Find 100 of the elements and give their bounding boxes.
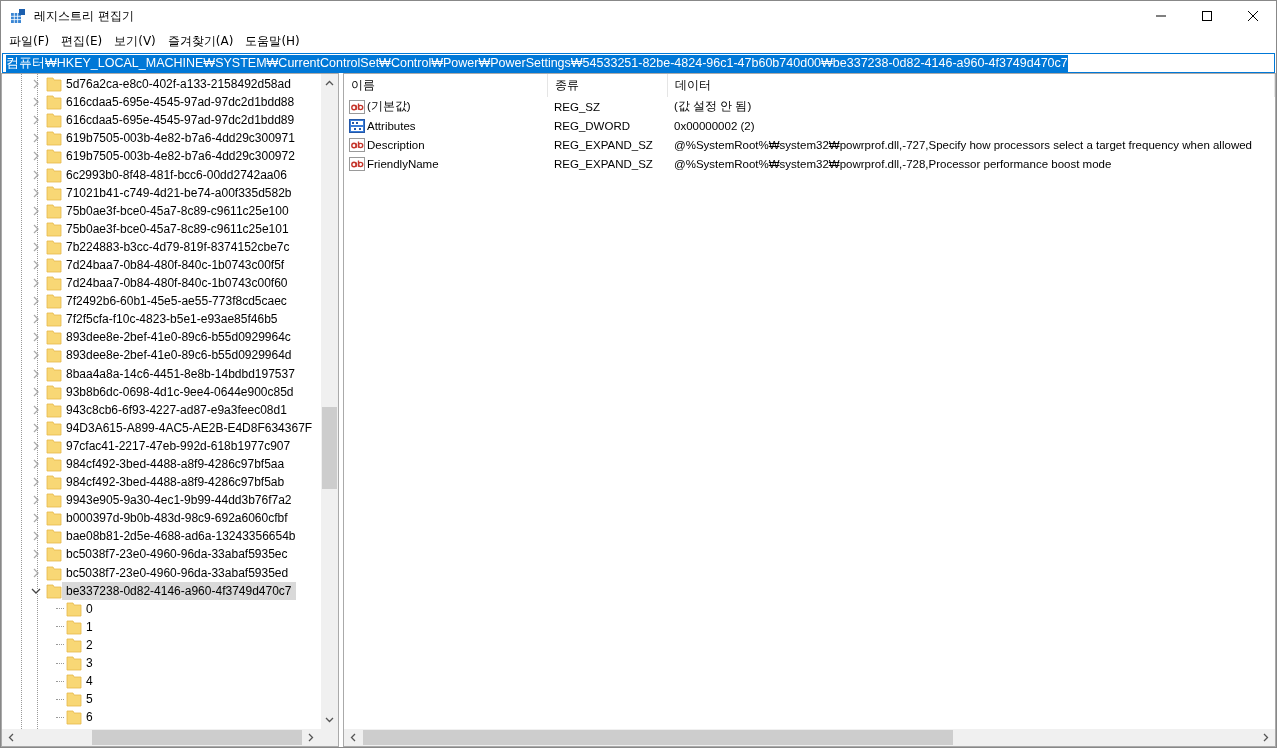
folder-icon bbox=[46, 474, 62, 491]
string-value-icon bbox=[349, 98, 365, 115]
string-value-icon bbox=[349, 155, 365, 172]
menu-item[interactable]: 도움말(H) bbox=[239, 32, 306, 50]
folder-icon bbox=[46, 437, 62, 454]
folder-icon bbox=[46, 184, 62, 201]
folder-icon bbox=[66, 691, 82, 708]
value-name[interactable]: Description bbox=[367, 138, 425, 151]
tree-item[interactable]: bc5038f7-23e0-4960-96da-33abaf5935ed bbox=[62, 563, 293, 582]
folder-icon bbox=[46, 528, 62, 545]
scrollbar-thumb[interactable] bbox=[363, 730, 953, 745]
tree-item[interactable]: 7d24baa7-0b84-480f-840c-1b0743c00f5f bbox=[62, 256, 289, 274]
value-data: @%SystemRoot%₩system32₩powrprof.dll,-728,Processor performance boost mode bbox=[673, 157, 1113, 170]
folder-icon bbox=[46, 419, 62, 436]
folder-icon bbox=[46, 130, 62, 147]
horizontal-scrollbar[interactable] bbox=[344, 729, 1275, 746]
column-header[interactable]: 데이터 bbox=[668, 74, 1275, 97]
tree-item[interactable]: 619b7505-003b-4e82-b7a6-4dd29c300971 bbox=[62, 129, 299, 148]
tree-item[interactable]: 6 bbox=[82, 708, 97, 727]
tree-item[interactable]: 97cfac41-2217-47eb-992d-618b1977c907 bbox=[62, 436, 295, 455]
tree-item[interactable]: 1 bbox=[82, 617, 97, 636]
tree-item[interactable]: 2 bbox=[82, 635, 97, 654]
folder-icon bbox=[46, 238, 62, 255]
tree-item[interactable]: 7d24baa7-0b84-480f-840c-1b0743c00f60 bbox=[62, 274, 292, 293]
folder-icon bbox=[46, 112, 62, 129]
tree-item[interactable]: 6c2993b0-8f48-481f-bcc6-00dd2742aa06 bbox=[62, 165, 291, 184]
folder-icon bbox=[46, 456, 62, 472]
vertical-scrollbar[interactable] bbox=[321, 74, 338, 729]
folder-icon bbox=[46, 202, 62, 219]
menu-item[interactable]: 보기(V) bbox=[108, 32, 162, 50]
value-type: REG_EXPAND_SZ bbox=[553, 157, 654, 170]
column-header[interactable]: 이름 bbox=[344, 74, 548, 97]
tree-item[interactable]: 93b8b6dc-0698-4d1c-9ee4-0644e900c85d bbox=[62, 382, 298, 401]
close-icon[interactable] bbox=[1248, 11, 1258, 21]
folder-icon bbox=[46, 293, 62, 310]
folder-icon bbox=[66, 618, 82, 635]
folder-icon bbox=[66, 600, 82, 617]
tree-item[interactable]: be337238-0d82-4146-a960-4f3749d470c7 bbox=[62, 581, 296, 600]
value-data: @%SystemRoot%₩system32₩powrprof.dll,-727,Specify how processors select a target frequency when allowed bbox=[673, 138, 1253, 151]
value-type: REG_EXPAND_SZ bbox=[553, 138, 654, 151]
address-field[interactable]: 컴퓨터₩HKEY_LOCAL_MACHINE₩SYSTEM₩CurrentControlSet₩Control₩Power₩PowerSettings₩54533251-82be-4824-96c1-47b60b740d00₩be337238-0d82-4146-a960-4f3749d470c7 bbox=[2, 53, 1275, 73]
tree-item[interactable]: 75b0ae3f-bce0-45a7-8c89-c9611c25e101 bbox=[62, 219, 293, 238]
tree-item[interactable]: 0 bbox=[82, 599, 97, 618]
tree-item[interactable]: 943c8cb6-6f93-4227-ad87-e9a3feec08d1 bbox=[62, 400, 291, 419]
value-data: 0x00000002 (2) bbox=[673, 119, 756, 132]
tree-item[interactable]: 5 bbox=[82, 690, 97, 709]
value-type: REG_DWORD bbox=[553, 119, 632, 132]
window-title: 레지스트리 편집기 bbox=[34, 7, 135, 25]
value-name[interactable]: (기본값) bbox=[367, 99, 411, 114]
folder-icon bbox=[46, 166, 62, 183]
binary-value-icon bbox=[349, 117, 365, 134]
tree-item[interactable]: 4 bbox=[82, 672, 97, 691]
folder-icon bbox=[46, 329, 62, 346]
tree-item[interactable]: 616cdaa5-695e-4545-97ad-97dc2d1bdd89 bbox=[62, 111, 299, 130]
folder-icon bbox=[46, 510, 62, 527]
tree-item[interactable]: 984cf492-3bed-4488-a8f9-4286c97bf5ab bbox=[62, 473, 289, 492]
folder-icon bbox=[46, 311, 62, 328]
folder-icon bbox=[46, 492, 62, 509]
folder-icon bbox=[66, 673, 82, 690]
folder-icon bbox=[46, 383, 62, 400]
value-name[interactable]: FriendlyName bbox=[367, 157, 439, 170]
folder-icon bbox=[46, 220, 62, 237]
folder-icon bbox=[46, 564, 62, 581]
value-name[interactable]: Attributes bbox=[367, 119, 416, 132]
tree-item[interactable]: 619b7505-003b-4e82-b7a6-4dd29c300972 bbox=[62, 147, 299, 166]
tree-item[interactable]: bae08b81-2d5e-4688-ad6a-13243356654b bbox=[62, 527, 300, 546]
scrollbar-thumb[interactable] bbox=[92, 730, 302, 745]
folder-icon bbox=[46, 275, 62, 292]
folder-icon bbox=[66, 636, 82, 653]
horizontal-scrollbar[interactable] bbox=[2, 729, 338, 746]
tree-item[interactable]: 75b0ae3f-bce0-45a7-8c89-c9611c25e100 bbox=[62, 201, 293, 220]
tree-item[interactable]: 893dee8e-2bef-41e0-89c6-b55d0929964c bbox=[62, 328, 295, 347]
value-type: REG_SZ bbox=[553, 100, 601, 113]
folder-icon bbox=[66, 709, 82, 726]
menu-item[interactable]: 편집(E) bbox=[55, 32, 109, 50]
tree-item[interactable]: 7b224883-b3cc-4d79-819f-8374152cbe7c bbox=[62, 237, 294, 256]
registry-grid-icon bbox=[10, 8, 26, 24]
tree-item[interactable]: b000397d-9b0b-483d-98c9-692a6060cfbf bbox=[62, 509, 292, 528]
string-value-icon bbox=[349, 136, 365, 153]
tree-item[interactable]: 5d76a2ca-e8c0-402f-a133-2158492d58ad bbox=[62, 75, 295, 94]
tree-item[interactable]: 7f2492b6-60b1-45e5-ae55-773f8cd5caec bbox=[62, 292, 291, 311]
menu-item[interactable]: 파일(F) bbox=[3, 32, 56, 50]
tree-item[interactable]: 94D3A615-A899-4AC5-AE2B-E4D8F634367F bbox=[62, 418, 317, 437]
tree-item[interactable]: 893dee8e-2bef-41e0-89c6-b55d0929964d bbox=[62, 346, 296, 365]
folder-icon bbox=[46, 365, 62, 382]
tree-item[interactable]: 7f2f5cfa-f10c-4823-b5e1-e93ae85f46b5 bbox=[62, 310, 282, 329]
tree-item[interactable]: 8baa4a8a-14c6-4451-8e8b-14bdbd197537 bbox=[62, 364, 299, 383]
folder-icon bbox=[46, 347, 62, 364]
value-data: (값 설정 안 됨) bbox=[673, 99, 753, 114]
tree-item[interactable]: 71021b41-c749-4d21-be74-a00f335d582b bbox=[62, 183, 296, 202]
folder-icon bbox=[66, 655, 82, 672]
tree-item[interactable]: 616cdaa5-695e-4545-97ad-97dc2d1bdd88 bbox=[62, 93, 299, 112]
scrollbar-thumb[interactable] bbox=[322, 407, 337, 489]
tree-item[interactable]: bc5038f7-23e0-4960-96da-33abaf5935ec bbox=[62, 545, 292, 564]
menu-item[interactable]: 즐겨찾기(A) bbox=[161, 32, 240, 50]
tree-item[interactable]: 3 bbox=[82, 654, 97, 673]
maximize-icon[interactable] bbox=[1202, 11, 1212, 21]
column-header[interactable]: 종류 bbox=[548, 74, 668, 97]
tree-item[interactable]: 9943e905-9a30-4ec1-9b99-44dd3b76f7a2 bbox=[62, 491, 296, 510]
tree-item[interactable]: 984cf492-3bed-4488-a8f9-4286c97bf5aa bbox=[62, 455, 289, 473]
